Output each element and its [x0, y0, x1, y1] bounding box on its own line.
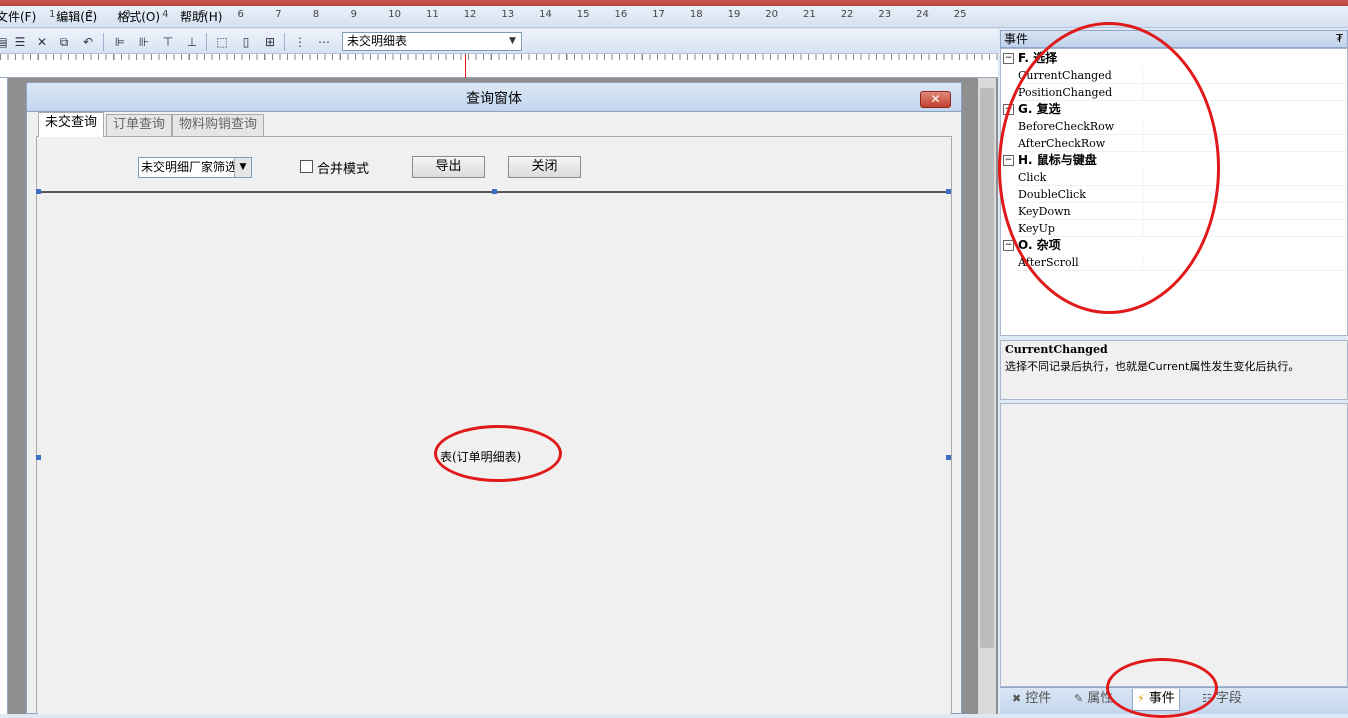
- close-button[interactable]: 关闭: [508, 156, 581, 178]
- ruler-number: 8: [312, 9, 320, 20]
- annotation-circle: [434, 425, 562, 482]
- ruler-number: 1: [49, 9, 56, 20]
- panel-title: 事件: [1004, 32, 1029, 46]
- align-right-icon[interactable]: ⊪: [134, 32, 154, 52]
- ruler-number: 14: [539, 9, 552, 20]
- description-title: CurrentChanged: [1005, 343, 1108, 356]
- align-bottom-icon[interactable]: ⊥: [182, 32, 202, 52]
- menu-file[interactable]: 文件(F): [0, 8, 46, 25]
- ruler-number: 7: [275, 9, 282, 20]
- toolbar-separator: [284, 33, 285, 51]
- tab-order-query[interactable]: 订单查询: [106, 114, 173, 136]
- export-button[interactable]: 导出: [412, 156, 485, 178]
- same-height-icon[interactable]: ▯: [236, 32, 256, 52]
- ruler-number: 5: [199, 9, 207, 20]
- menu-format[interactable]: 格式(O): [107, 8, 170, 25]
- toolbar-separator: [206, 33, 207, 51]
- ruler-number: 23: [878, 9, 892, 20]
- align-top-icon[interactable]: ⊤: [158, 32, 178, 52]
- ruler-number: 16: [614, 9, 628, 20]
- horizontal-spacing-icon[interactable]: ⋯: [314, 32, 334, 52]
- resize-handle[interactable]: [946, 455, 951, 460]
- copy-icon[interactable]: ⧉: [54, 32, 74, 52]
- toolbar-separator: [103, 33, 104, 51]
- pin-icon[interactable]: ₮: [1336, 31, 1343, 47]
- tab-outstanding-query[interactable]: 未交查询: [38, 112, 105, 137]
- ruler-number: 2: [86, 9, 94, 20]
- vendor-filter-select[interactable]: 未交明细厂家筛选 ▼: [138, 157, 252, 178]
- merge-mode-label: 合并模式: [317, 162, 370, 177]
- vertical-spacing-icon[interactable]: ⋮: [290, 32, 310, 52]
- description-text: 选择不同记录后执行，也就是Current属性发生变化后执行。: [1005, 360, 1300, 373]
- ruler-number: 25: [953, 9, 967, 20]
- table-select[interactable]: 未交明细表 ▼: [342, 32, 522, 51]
- chevron-down-icon[interactable]: ▼: [505, 34, 520, 49]
- annotation-circle: [998, 22, 1220, 314]
- delete-icon[interactable]: ✕: [32, 32, 52, 52]
- menu-edit[interactable]: 编辑(E): [46, 8, 107, 25]
- same-size-icon[interactable]: ⊞: [260, 32, 280, 52]
- ruler-cursor-marker: [465, 54, 466, 78]
- ruler-number: 13: [501, 9, 515, 20]
- panel-empty-area: [1000, 403, 1348, 687]
- collapse-icon[interactable]: −: [1003, 53, 1014, 64]
- ruler-number: 12: [463, 9, 477, 20]
- resize-handle[interactable]: [492, 189, 497, 194]
- same-width-icon[interactable]: ⬚: [212, 32, 232, 52]
- vendor-filter-value: 未交明细厂家筛选: [141, 160, 238, 174]
- ruler-number: 9: [350, 9, 357, 20]
- resize-handle[interactable]: [946, 189, 951, 194]
- ruler-number: 18: [689, 9, 703, 20]
- tools-icon: ✖: [1012, 692, 1022, 705]
- horizontal-ruler: [0, 54, 998, 78]
- merge-mode-checkbox[interactable]: [300, 160, 313, 173]
- tab-controls[interactable]: ✖ 控件: [1008, 689, 1055, 711]
- ruler-number: 20: [765, 9, 779, 20]
- properties-icon: ✎: [1074, 692, 1084, 705]
- tab-material-query[interactable]: 物料购销查询: [172, 114, 265, 136]
- ruler-number: 6: [237, 9, 244, 20]
- vertical-ruler: [0, 78, 8, 714]
- ruler-number: 11: [426, 9, 439, 20]
- align-left-icon[interactable]: ⊫: [110, 32, 130, 52]
- list-icon[interactable]: ☰: [10, 32, 30, 52]
- ruler-number: 21: [803, 9, 816, 20]
- form-close-button[interactable]: ✕: [920, 91, 951, 108]
- ruler-number: 10: [388, 9, 402, 20]
- table-select-value: 未交明细表: [347, 34, 408, 48]
- resize-handle[interactable]: [36, 189, 41, 194]
- event-description: CurrentChanged 选择不同记录后执行，也就是Current属性发生变…: [1000, 340, 1348, 400]
- form-title: 查询窗体: [26, 82, 962, 112]
- ruler-number: 4: [162, 9, 169, 20]
- ruler-number: 22: [840, 9, 854, 20]
- scrollbar-thumb[interactable]: [980, 88, 994, 648]
- resize-handle[interactable]: [36, 455, 41, 460]
- ruler-number: 3: [124, 9, 131, 20]
- ruler-number: 19: [727, 9, 741, 20]
- ruler-number: 15: [576, 9, 590, 20]
- undo-icon[interactable]: ↶: [78, 32, 98, 52]
- ruler-number: 24: [916, 9, 929, 20]
- ruler-number: 17: [652, 9, 665, 20]
- annotation-circle: [1106, 658, 1218, 718]
- chevron-down-icon[interactable]: ▼: [234, 158, 251, 177]
